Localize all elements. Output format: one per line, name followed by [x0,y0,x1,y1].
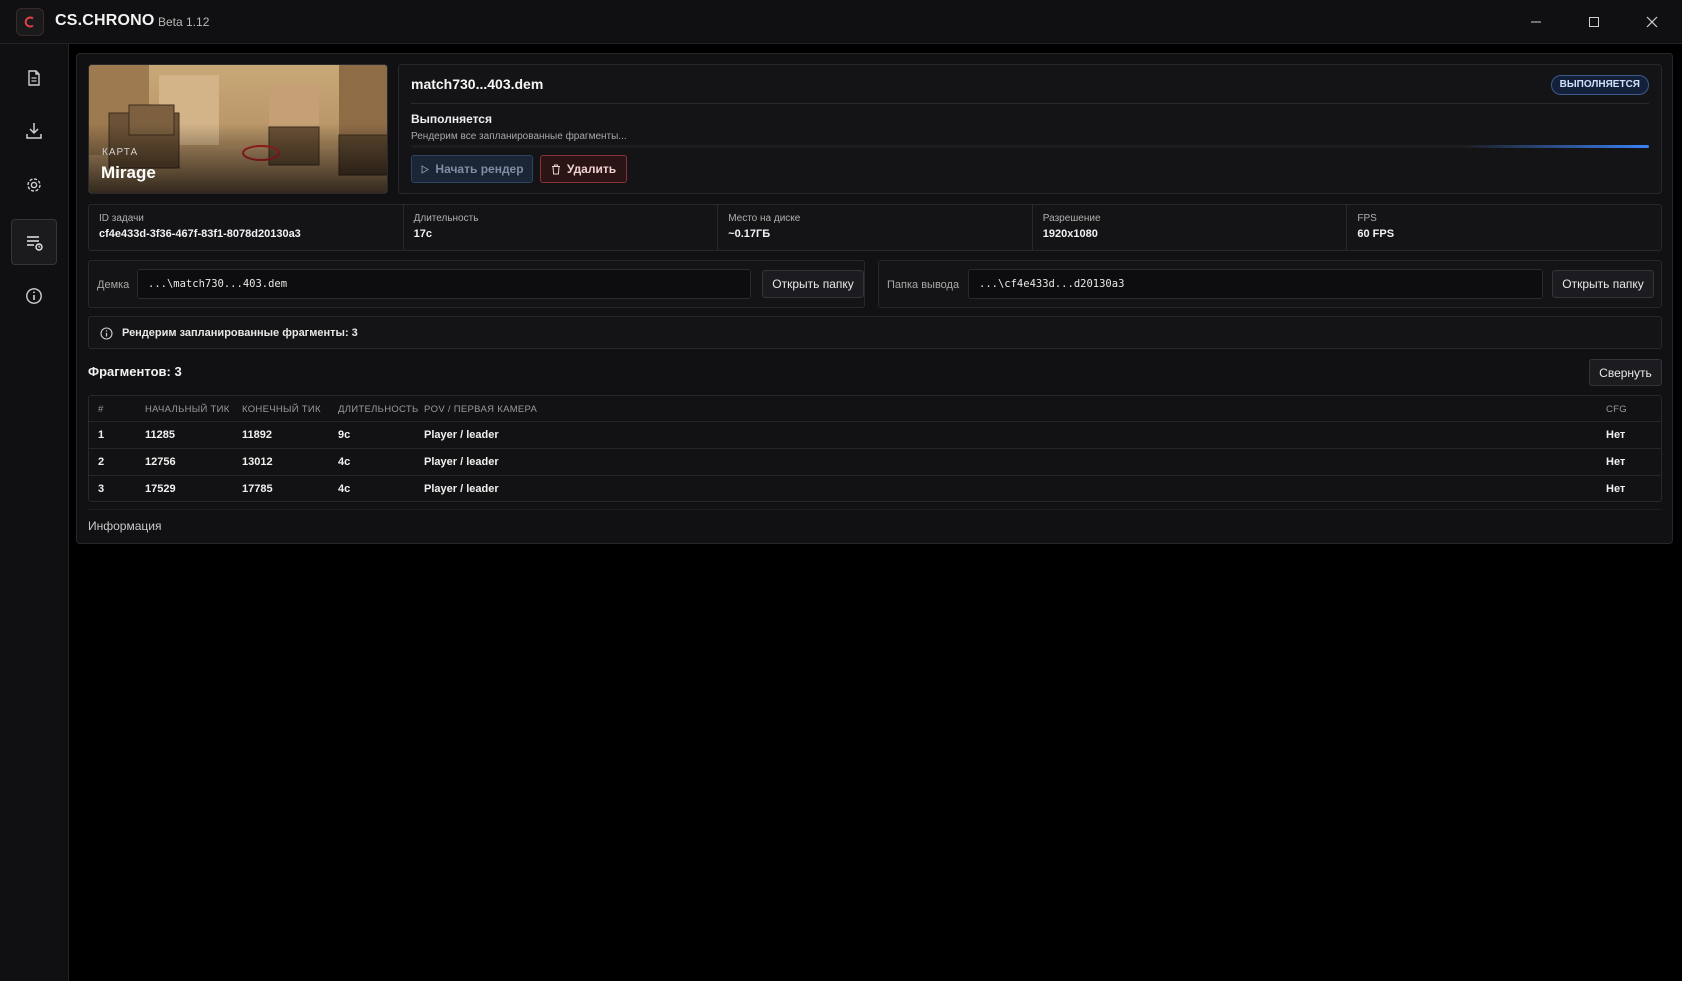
cell-pov: Player / leader [424,483,499,495]
minimize-icon [1531,21,1541,23]
progress-bar [411,145,1649,148]
demo-path-box: Демка ...\match730...403.dem Открыть пап… [88,260,865,308]
maximize-button[interactable] [1570,0,1618,44]
collapse-button[interactable]: Свернуть [1589,359,1662,386]
info-value: ~0.17ГБ [728,228,771,240]
column-header: # [98,404,104,415]
cell-pov: Player / leader [424,456,499,468]
cell-index: 3 [98,483,105,495]
info-icon [100,327,113,340]
table-header: # НАЧАЛЬНЫЙ ТИК КОНЕЧНЫЙ ТИК ДЛИТЕЛЬНОСТ… [89,396,1661,422]
app-logo [16,8,44,36]
demo-path-label: Демка [97,279,130,291]
delete-label: Удалить [566,162,617,176]
fragments-table: # НАЧАЛЬНЫЙ ТИК КОНЕЧНЫЙ ТИК ДЛИТЕЛЬНОСТ… [88,395,1662,502]
info-value: 60 FPS [1357,228,1395,240]
render-notice: Рендерим запланированные фрагменты: 3 [88,316,1662,349]
info-task-id: ID задачи cf4e433d-3f36-467f-83f1-8078d2… [89,205,404,250]
info-label: ID задачи [99,213,144,224]
demo-path-field[interactable]: ...\match730...403.dem [137,269,751,299]
app-name: CS.CHRONO [55,12,155,29]
fragments-title: Фрагментов: 3 [88,364,182,379]
info-value: 1920x1080 [1042,228,1098,240]
info-icon [26,288,42,304]
sidebar-item-documents[interactable] [11,55,57,101]
sidebar [0,44,69,981]
cell-start-tick: 12756 [145,456,176,468]
cell-duration: 4с [338,483,351,495]
cell-start-tick: 11285 [145,429,175,441]
start-render-label: Начать рендер [435,162,524,176]
table-row[interactable]: 1 11285 11892 9с Player / leader Нет [89,422,1661,449]
cell-start-tick: 17529 [145,483,176,495]
column-header: POV / ПЕРВАЯ КАМЕРА [424,404,538,415]
cell-end-tick: 17785 [242,483,273,495]
sidebar-item-queue[interactable] [11,219,57,265]
gear-icon [27,178,41,192]
download-icon [26,123,42,139]
job-card: match730...403.dem ВЫПОЛНЯЕТСЯ Выполняет… [398,64,1662,194]
queue-icon [27,236,43,251]
app-version: Beta 1.12 [158,15,210,29]
map-label: КАРТА [102,147,139,158]
sidebar-item-settings[interactable] [11,162,57,208]
output-path-field[interactable]: ...\cf4e433d...d20130a3 [968,269,1543,299]
job-status: Выполняется [411,112,492,126]
play-icon [421,164,430,174]
progress-fill [1463,145,1649,148]
info-label: Длительность [413,213,479,224]
job-title: match730...403.dem [411,76,544,92]
cell-index: 2 [98,456,105,468]
output-path-label: Папка вывода [887,279,960,291]
maximize-icon [1589,17,1599,27]
information-section-toggle[interactable]: Информация [88,519,161,533]
info-label: Разрешение [1042,213,1101,224]
minimize-button[interactable] [1512,0,1560,44]
job-description: Рендерим все запланированные фрагменты..… [411,131,627,142]
cell-duration: 9с [338,429,351,441]
map-thumbnail: КАРТА Mirage [88,64,388,194]
column-header: КОНЕЧНЫЙ ТИК [242,404,321,415]
column-header: НАЧАЛЬНЫЙ ТИК [145,404,230,415]
cell-duration: 4с [338,456,351,468]
document-icon [28,70,40,86]
close-icon [1646,16,1658,28]
cell-pov: Player / leader [424,429,499,441]
divider [411,103,1649,104]
info-label: FPS [1357,213,1377,224]
sidebar-item-about[interactable] [11,273,57,319]
start-render-button[interactable]: Начать рендер [411,155,533,183]
table-row[interactable]: 3 17529 17785 4с Player / leader Нет [89,476,1661,503]
info-fps: FPS 60 FPS [1347,205,1661,250]
sidebar-item-download[interactable] [11,108,57,154]
job-info-row: ID задачи cf4e433d-3f36-467f-83f1-8078d2… [88,204,1662,251]
info-disk-space: Место на диске ~0.17ГБ [718,205,1033,250]
map-name: Mirage [101,163,156,182]
delete-button[interactable]: Удалить [540,155,627,183]
divider [88,509,1662,510]
table-row[interactable]: 2 12756 13012 4с Player / leader Нет [89,449,1661,476]
cell-end-tick: 11892 [242,429,272,441]
open-demo-folder-button[interactable]: Открыть папку [762,270,864,298]
cell-cfg: Нет [1606,456,1626,468]
notice-text: Рендерим запланированные фрагменты: 3 [122,327,358,339]
cell-end-tick: 13012 [242,456,273,468]
title-bar: CS.CHRONO Beta 1.12 [0,0,1682,44]
output-path-box: Папка вывода ...\cf4e433d...d20130a3 Отк… [878,260,1662,308]
info-value: cf4e433d-3f36-467f-83f1-8078d20130a3 [99,228,301,240]
info-duration: Длительность 17с [404,205,719,250]
column-header: CFG [1606,404,1627,415]
column-header: ДЛИТЕЛЬНОСТЬ [338,404,419,415]
info-value: 17с [413,228,432,240]
cell-cfg: Нет [1606,483,1626,495]
status-badge: ВЫПОЛНЯЕТСЯ [1550,75,1649,95]
trash-icon [551,164,560,174]
info-resolution: Разрешение 1920x1080 [1033,205,1348,250]
info-label: Место на диске [728,213,801,224]
open-output-folder-button[interactable]: Открыть папку [1552,270,1654,298]
close-button[interactable] [1628,0,1676,44]
cell-cfg: Нет [1606,429,1626,441]
cell-index: 1 [98,429,105,441]
